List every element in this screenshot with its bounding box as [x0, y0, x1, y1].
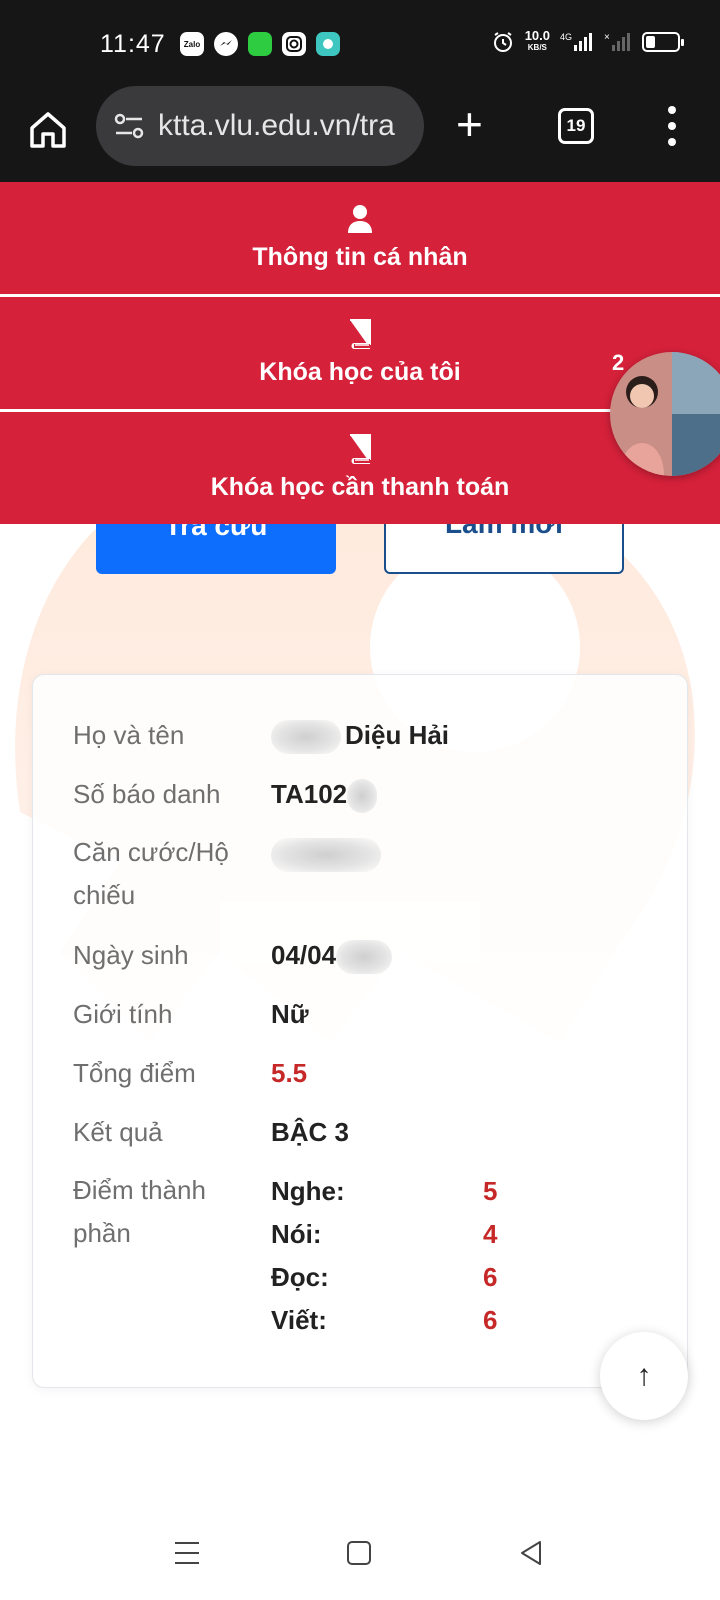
component-score: 4: [483, 1219, 498, 1249]
component-score: 5: [483, 1176, 498, 1206]
components-label-line-2: phần: [73, 1218, 131, 1248]
gender-value: Nữ: [271, 999, 309, 1029]
sbd-label: Số báo danh: [73, 779, 221, 809]
status-indicators: 10.0 KB/S 4G ×: [491, 28, 684, 54]
redacted-blur: [271, 838, 381, 873]
net-speed-value: 10.0: [524, 28, 550, 43]
instagram-icon: [282, 32, 306, 56]
id-value: [271, 831, 381, 875]
gender-label: Giới tính: [73, 999, 173, 1029]
book-icon: [350, 319, 371, 349]
nav-item-label: Thông tin cá nhân: [252, 243, 468, 271]
signal-4g-icon: 4G: [560, 32, 592, 51]
net-speed: 10.0 KB/S: [524, 28, 550, 54]
status-bar: 11:47 Zalo 10.0 KB/S 4G ×: [0, 0, 720, 86]
svg-text:×: ×: [604, 32, 610, 43]
browser-toolbar: ktta.vlu.edu.vn/tra + 19: [0, 86, 720, 182]
sbd-value: TA102: [271, 772, 378, 816]
dob-value-text: 04/04: [271, 940, 337, 970]
alarm-icon: [493, 32, 512, 52]
battery-icon: [642, 32, 684, 52]
result-label: Kết quả: [73, 1117, 163, 1147]
name-label: Họ và tên: [73, 720, 185, 750]
name-value-text: Diệu Hải: [345, 720, 450, 750]
dob-label: Ngày sinh: [73, 940, 189, 970]
total-label: Tổng điểm: [73, 1058, 196, 1088]
site-settings-icon[interactable]: [112, 109, 146, 143]
id-label-line-2: chiếu: [73, 880, 136, 910]
user-icon: [348, 205, 372, 233]
arrow-up-icon: ↑: [636, 1359, 652, 1392]
home-icon: [30, 112, 66, 148]
nav-item-personal-info[interactable]: Thông tin cá nhân: [0, 182, 720, 294]
scroll-top-button[interactable]: ↑: [600, 1332, 688, 1420]
dob-value: 04/04: [271, 933, 393, 977]
menu-icon[interactable]: [174, 1541, 200, 1565]
status-app-icons: Zalo: [180, 32, 340, 56]
component-score: 6: [483, 1262, 498, 1292]
component-score: 6: [483, 1305, 498, 1335]
component-name: Viết:: [271, 1305, 327, 1335]
components-label: Điểm thành phần: [73, 1169, 253, 1255]
home-square-icon[interactable]: [346, 1540, 372, 1566]
signal-off-icon: ×: [604, 32, 630, 51]
component-name: Nói:: [271, 1219, 322, 1249]
nav-item-label: Khóa học cần thanh toán: [210, 473, 510, 501]
messenger-icon: [214, 32, 238, 56]
component-name: Nghe:: [271, 1176, 345, 1206]
id-label-line-1: Căn cước/Hộ: [73, 837, 229, 867]
address-bar[interactable]: ktta.vlu.edu.vn/tra: [96, 86, 424, 166]
id-label: Căn cước/Hộ chiếu: [73, 831, 253, 917]
status-time: 11:47: [100, 30, 166, 58]
zalo-icon: Zalo: [180, 32, 204, 56]
net-speed-unit: KB/S: [527, 43, 547, 52]
name-value: Diệu Hải: [271, 713, 591, 757]
chat-app-icon: [316, 32, 340, 56]
system-navigation-bar: [0, 1527, 720, 1600]
sbd-value-text: TA102: [271, 779, 348, 809]
network-type: 4G: [560, 32, 572, 42]
redacted-blur: [336, 940, 393, 975]
app-icon: [248, 32, 272, 56]
components-label-line-1: Điểm thành: [73, 1175, 206, 1205]
redacted-blur: [347, 779, 378, 814]
total-value: 5.5: [271, 1058, 308, 1088]
book-icon: [350, 434, 371, 464]
redacted-blur: [271, 720, 341, 755]
url-text[interactable]: ktta.vlu.edu.vn/tra: [158, 109, 408, 143]
result-card: Họ và tên Diệu Hải Số báo danh TA102 Căn…: [32, 674, 688, 1388]
new-tab-button[interactable]: +: [456, 101, 483, 147]
home-button[interactable]: [26, 108, 70, 152]
result-value: BẬC 3: [271, 1117, 350, 1147]
more-menu-button[interactable]: [666, 106, 678, 146]
nav-item-label: Khóa học của tôi: [259, 358, 461, 386]
back-icon[interactable]: [518, 1540, 544, 1566]
chat-badge-count: 2: [612, 350, 625, 375]
component-name: Đọc:: [271, 1262, 329, 1292]
tab-switcher-button[interactable]: 19: [558, 108, 594, 144]
